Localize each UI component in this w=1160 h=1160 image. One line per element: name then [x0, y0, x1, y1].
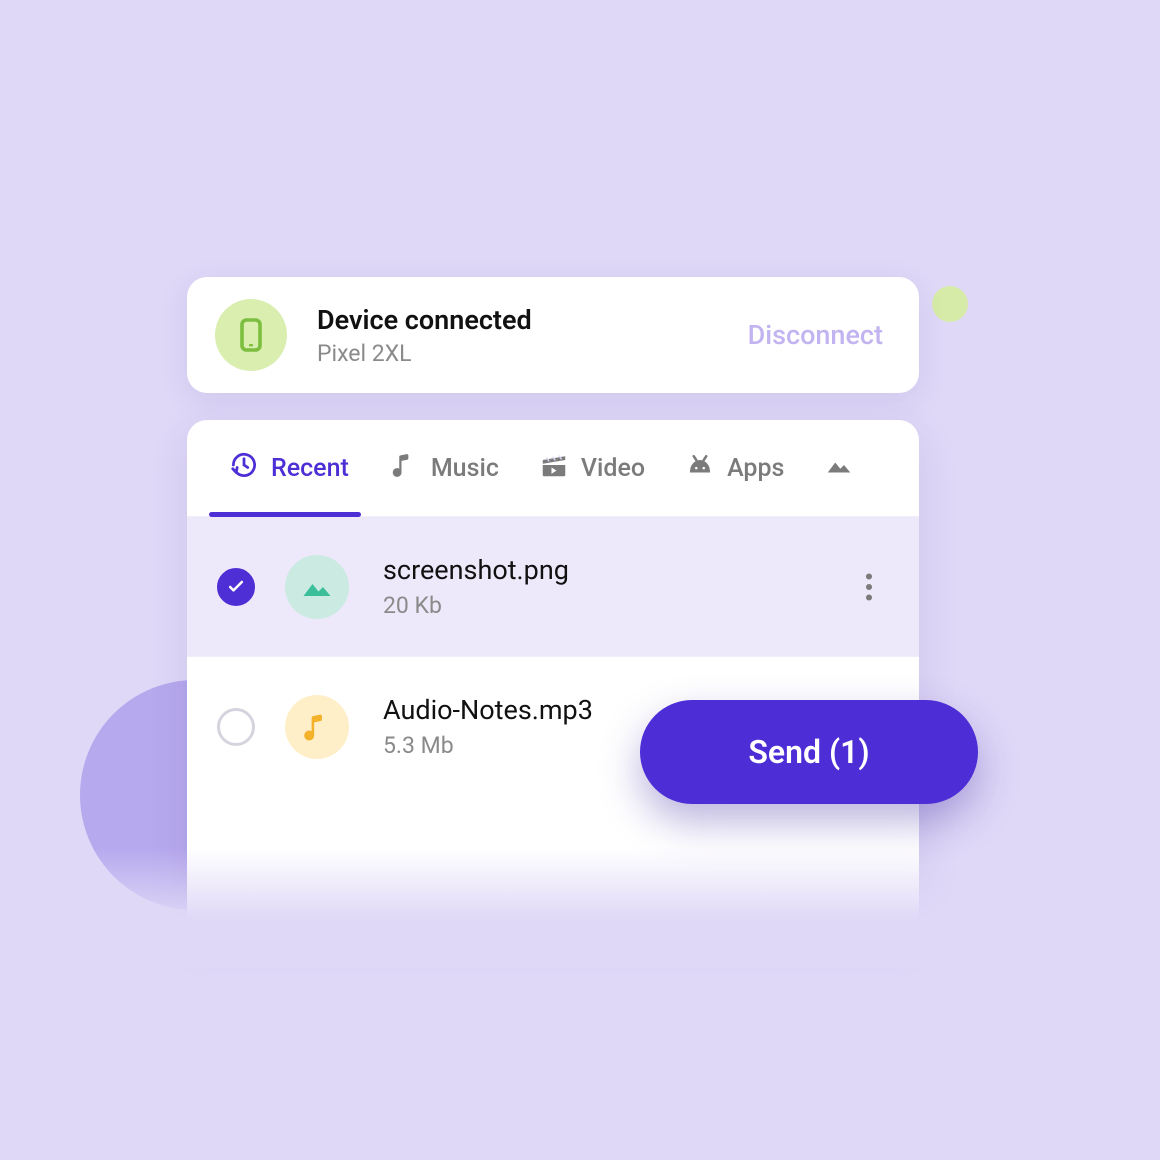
- send-button-label: Send (1): [748, 733, 869, 771]
- tab-video[interactable]: Video: [525, 436, 659, 501]
- clapperboard-icon: [539, 450, 569, 487]
- file-panel: Recent Music Video Apps: [187, 420, 919, 930]
- audio-file-icon: [285, 695, 349, 759]
- device-icon: [215, 299, 287, 371]
- file-size: 20 Kb: [383, 592, 849, 619]
- android-icon: [685, 450, 715, 487]
- send-button[interactable]: Send (1): [640, 700, 978, 804]
- tab-label: Recent: [271, 454, 349, 483]
- tab-apps[interactable]: Apps: [671, 436, 798, 501]
- tab-label: Music: [431, 454, 499, 483]
- file-checkbox[interactable]: [217, 568, 255, 606]
- device-connected-card: Device connected Pixel 2XL Disconnect: [187, 277, 919, 393]
- category-tabs: Recent Music Video Apps: [187, 420, 919, 516]
- device-status-title: Device connected: [317, 304, 748, 336]
- history-icon: [229, 450, 259, 487]
- tab-images[interactable]: [810, 436, 854, 501]
- tab-music[interactable]: Music: [375, 436, 513, 501]
- device-name: Pixel 2XL: [317, 340, 748, 367]
- tab-label: Apps: [727, 454, 784, 483]
- disconnect-button[interactable]: Disconnect: [748, 319, 883, 351]
- file-checkbox[interactable]: [217, 708, 255, 746]
- image-file-icon: [285, 555, 349, 619]
- decorative-dot: [932, 286, 968, 322]
- file-more-button[interactable]: [849, 567, 889, 607]
- tab-recent[interactable]: Recent: [215, 436, 363, 501]
- active-tab-indicator: [209, 512, 361, 517]
- music-note-icon: [389, 450, 419, 487]
- tab-label: Video: [581, 454, 645, 483]
- file-row[interactable]: screenshot.png 20 Kb: [187, 516, 919, 656]
- file-name: screenshot.png: [383, 554, 849, 586]
- landscape-icon: [824, 450, 854, 487]
